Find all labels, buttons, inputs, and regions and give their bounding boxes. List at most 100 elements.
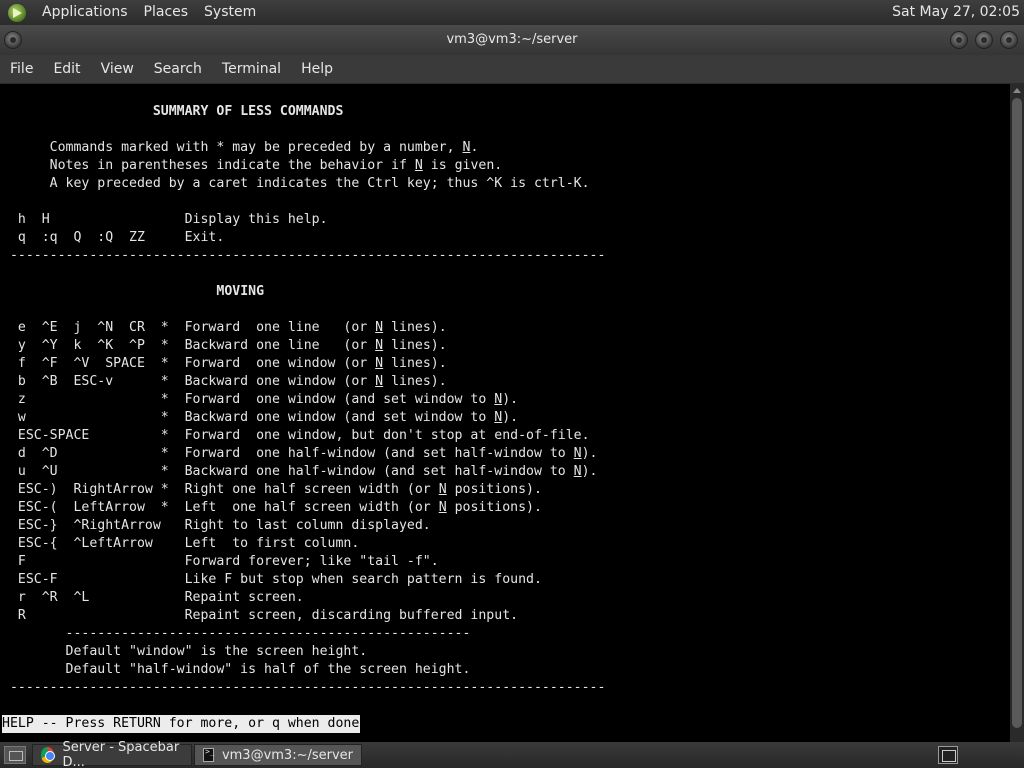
line-text: is given.	[422, 158, 503, 173]
line-text: lines).	[383, 374, 447, 389]
terminal-line: ----------------------------------------…	[2, 247, 605, 265]
menu-terminal[interactable]: Terminal	[212, 55, 291, 84]
terminal-line: ESC-{ ^LeftArrow Left to first column.	[2, 535, 605, 553]
terminal-line: Commands marked with * may be preceded b…	[2, 139, 605, 157]
terminal-scrollbar[interactable]	[1010, 84, 1024, 742]
system-menu[interactable]: System	[196, 0, 264, 25]
scrollbar-thumb[interactable]	[1012, 98, 1022, 728]
terminal-line: ESC-) RightArrow * Right one half screen…	[2, 481, 605, 499]
terminal-line: y ^Y k ^K ^P * Backward one line (or N l…	[2, 337, 605, 355]
task-label: Server - Spacebar D...	[62, 740, 180, 768]
terminal-line: R Repaint screen, discarding buffered in…	[2, 607, 605, 625]
terminal-line: ESC-} ^RightArrow Right to last column d…	[2, 517, 605, 535]
terminal-line: Default "window" is the screen height.	[2, 643, 605, 661]
minimize-button[interactable]	[950, 31, 968, 49]
terminal-line: ----------------------------------------…	[2, 625, 605, 643]
terminal-line: A key preceded by a caret indicates the …	[2, 175, 605, 193]
menubar: File Edit View Search Terminal Help	[0, 55, 1024, 84]
line-text: lines).	[383, 356, 447, 371]
terminal-line: F Forward forever; like "tail -f".	[2, 553, 605, 571]
line-text: h H Display this help.	[2, 212, 328, 227]
line-text: lines).	[383, 338, 447, 353]
distro-logo-icon[interactable]	[8, 3, 26, 22]
line-text: A key preceded by a caret indicates the …	[2, 176, 590, 191]
terminal-icon	[203, 747, 215, 762]
line-text: Notes in parentheses indicate the behavi…	[2, 158, 415, 173]
line-text: ESC-( LeftArrow * Left one half screen w…	[2, 500, 439, 515]
line-text: R Repaint screen, discarding buffered in…	[2, 608, 519, 623]
terminal-line: b ^B ESC-v * Backward one window (or N l…	[2, 373, 605, 391]
terminal-output: SUMMARY OF LESS COMMANDS Commands marked…	[2, 103, 605, 697]
line-text: ESC-} ^RightArrow Right to last column d…	[2, 518, 431, 533]
underlined-n: N	[573, 464, 582, 479]
line-text: e ^E j ^N CR * Forward one line (or	[2, 320, 376, 335]
terminal-line: z * Forward one window (and set window t…	[2, 391, 605, 409]
clock[interactable]: Sat May 27, 02:05	[892, 0, 1020, 25]
line-text: z * Forward one window (and set window t…	[2, 392, 495, 407]
underlined-n: N	[438, 482, 447, 497]
workspace-switcher-icon[interactable]	[938, 746, 958, 764]
terminal-line: e ^E j ^N CR * Forward one line (or N li…	[2, 319, 605, 337]
line-text: Default "window" is the screen height.	[2, 644, 368, 659]
close-button[interactable]	[1000, 31, 1018, 49]
line-text: ----------------------------------------…	[2, 626, 471, 641]
line-text: ----------------------------------------…	[2, 248, 606, 263]
line-text: ).	[581, 464, 598, 479]
terminal-line: u ^U * Backward one half-window (and set…	[2, 463, 605, 481]
section-heading: SUMMARY OF LESS COMMANDS	[152, 104, 344, 119]
terminal-line: MOVING	[2, 283, 605, 301]
terminal-line: Notes in parentheses indicate the behavi…	[2, 157, 605, 175]
menu-file[interactable]: File	[0, 55, 43, 84]
bottom-taskbar: Server - Spacebar D... vm3@vm3:~/server	[0, 740, 1024, 768]
line-text: F Forward forever; like "tail -f".	[2, 554, 439, 569]
line-text: y ^Y k ^K ^P * Backward one line (or	[2, 338, 376, 353]
task-chrome-window[interactable]: Server - Spacebar D...	[32, 740, 192, 768]
places-menu[interactable]: Places	[136, 0, 197, 25]
terminal-line: ESC-F Like F but stop when search patter…	[2, 571, 605, 589]
terminal-line: ESC-( LeftArrow * Left one half screen w…	[2, 499, 605, 517]
line-text: w * Backward one window (and set window …	[2, 410, 495, 425]
terminal-line: ESC-SPACE * Forward one window, but don'…	[2, 427, 605, 445]
line-text: ----------------------------------------…	[2, 680, 606, 695]
maximize-button[interactable]	[975, 31, 993, 49]
terminal-area[interactable]: SUMMARY OF LESS COMMANDS Commands marked…	[0, 84, 1010, 742]
menu-view[interactable]: View	[91, 55, 144, 84]
line-text	[2, 104, 153, 119]
terminal-line: q :q Q :Q ZZ Exit.	[2, 229, 605, 247]
line-text: ESC-F Like F but stop when search patter…	[2, 572, 542, 587]
terminal-line: w * Backward one window (and set window …	[2, 409, 605, 427]
window-menu-button[interactable]	[4, 31, 22, 49]
menu-help[interactable]: Help	[291, 55, 343, 84]
line-text	[2, 284, 216, 299]
underlined-n: N	[573, 446, 582, 461]
line-text: positions).	[446, 500, 542, 515]
line-text: positions).	[446, 482, 542, 497]
line-text: Default "half-window" is half of the scr…	[2, 662, 471, 677]
line-text: ).	[581, 446, 598, 461]
task-label: vm3@vm3:~/server	[221, 747, 353, 763]
menu-edit[interactable]: Edit	[43, 55, 90, 84]
terminal-line: f ^F ^V SPACE * Forward one window (or N…	[2, 355, 605, 373]
terminal-line: r ^R ^L Repaint screen.	[2, 589, 605, 607]
applications-menu[interactable]: Applications	[34, 0, 136, 25]
scroll-up-arrow-icon[interactable]	[1013, 88, 1021, 93]
underlined-n: N	[375, 374, 384, 389]
underlined-n: N	[414, 158, 423, 173]
line-text: u ^U * Backward one half-window (and set…	[2, 464, 574, 479]
line-text: Commands marked with * may be preceded b…	[2, 140, 463, 155]
line-text: r ^R ^L Repaint screen.	[2, 590, 304, 605]
line-text: ESC-) RightArrow * Right one half screen…	[2, 482, 439, 497]
line-text: ).	[502, 410, 519, 425]
show-desktop-icon[interactable]	[4, 746, 26, 764]
line-text: ESC-SPACE * Forward one window, but don'…	[2, 428, 590, 443]
menu-search[interactable]: Search	[144, 55, 212, 84]
window-titlebar[interactable]: vm3@vm3:~/server	[0, 25, 1024, 55]
section-heading: MOVING	[216, 284, 265, 299]
task-terminal-window[interactable]: vm3@vm3:~/server	[194, 744, 362, 766]
chrome-icon	[41, 747, 56, 763]
terminal-line: d ^D * Forward one half-window (and set …	[2, 445, 605, 463]
terminal-line: h H Display this help.	[2, 211, 605, 229]
